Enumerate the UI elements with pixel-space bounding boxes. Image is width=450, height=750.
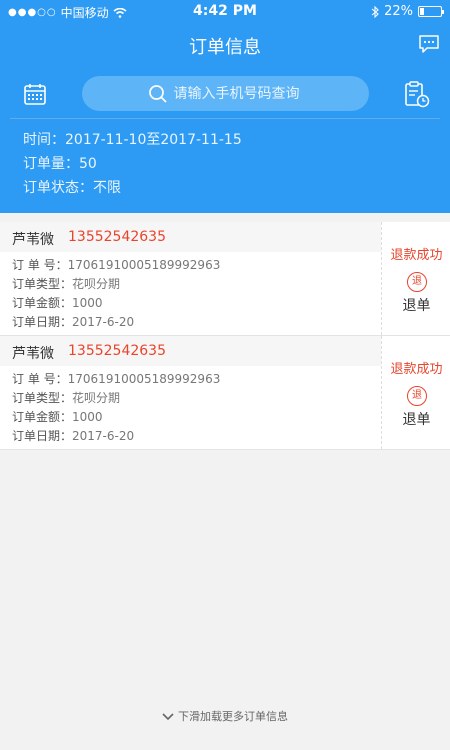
order-amount-row: 订单金额：1000 bbox=[12, 408, 220, 427]
search-icon bbox=[148, 84, 167, 103]
load-more-hint[interactable]: 下滑加载更多订单信息 bbox=[0, 708, 450, 724]
customer-name: 芦苇微 bbox=[12, 232, 54, 248]
chevron-down-icon bbox=[162, 713, 174, 721]
order-item[interactable]: 芦苇微 13552542635 订 单 号：170619100051899929… bbox=[0, 336, 450, 450]
order-type-row: 订单类型：花呗分期 bbox=[12, 275, 220, 294]
order-action-panel: 退款成功 退 退单 bbox=[381, 336, 450, 449]
order-header: 芦苇微 13552542635 bbox=[0, 222, 381, 252]
order-count-row: 订单量：50 bbox=[23, 152, 242, 176]
order-number: 17061910005189992963 bbox=[67, 372, 221, 386]
customer-name: 芦苇微 bbox=[12, 346, 54, 362]
order-list: 芦苇微 13552542635 订 单 号：170619100051899929… bbox=[0, 222, 450, 450]
customer-phone[interactable]: 13552542635 bbox=[68, 343, 166, 359]
clipboard-history-icon[interactable] bbox=[404, 80, 430, 108]
order-type-row: 订单类型：花呗分期 bbox=[12, 389, 220, 408]
order-header: 芦苇微 13552542635 bbox=[0, 336, 381, 366]
order-status-label: 订单状态： bbox=[23, 180, 93, 196]
order-details: 订 单 号：17061910005189992963 订单类型：花呗分期 订单金… bbox=[12, 370, 220, 446]
header-divider bbox=[10, 118, 440, 119]
bluetooth-icon bbox=[371, 5, 379, 18]
message-icon[interactable] bbox=[418, 34, 440, 54]
refund-icon[interactable]: 退 bbox=[407, 386, 427, 406]
status-bar: ●●●○○ 中国移动 4:42 PM 22% bbox=[0, 0, 450, 22]
order-amount: 1000 bbox=[72, 410, 103, 424]
refund-button[interactable]: 退单 bbox=[382, 409, 450, 429]
order-number-label: 订 单 号： bbox=[12, 372, 68, 386]
filter-summary: 时间：2017-11-10至2017-11-15 订单量：50 订单状态：不限 bbox=[23, 128, 242, 200]
toolbar bbox=[0, 74, 450, 112]
header: ●●●○○ 中国移动 4:42 PM 22% 订单信息 请输入手机号码查询 时间… bbox=[0, 0, 450, 213]
calendar-icon[interactable] bbox=[23, 82, 47, 106]
order-details: 订 单 号：17061910005189992963 订单类型：花呗分期 订单金… bbox=[12, 256, 220, 332]
search-input[interactable] bbox=[173, 85, 304, 102]
page-title: 订单信息 bbox=[189, 37, 261, 58]
battery-percent: 22% bbox=[384, 4, 413, 19]
refund-icon[interactable]: 退 bbox=[407, 272, 427, 292]
time-range-row: 时间：2017-11-10至2017-11-15 bbox=[23, 128, 242, 152]
search-bar[interactable] bbox=[82, 76, 369, 111]
order-count-label: 订单量： bbox=[23, 156, 79, 172]
order-number: 17061910005189992963 bbox=[67, 258, 221, 272]
order-number-label: 订 单 号： bbox=[12, 258, 68, 272]
order-date-label: 订单日期： bbox=[12, 429, 73, 443]
order-action-panel: 退款成功 退 退单 bbox=[381, 222, 450, 335]
order-amount-row: 订单金额：1000 bbox=[12, 294, 220, 313]
battery-icon bbox=[418, 6, 444, 17]
refund-status: 退款成功 bbox=[390, 248, 443, 263]
order-amount-label: 订单金额： bbox=[12, 410, 73, 424]
refund-status: 退款成功 bbox=[390, 362, 443, 377]
order-type: 花呗分期 bbox=[72, 391, 121, 405]
order-date-row: 订单日期：2017-6-20 bbox=[12, 427, 220, 446]
customer-phone[interactable]: 13552542635 bbox=[68, 229, 166, 245]
order-date-row: 订单日期：2017-6-20 bbox=[12, 313, 220, 332]
time-range-value: 2017-11-10至2017-11-15 bbox=[65, 132, 242, 148]
order-date-label: 订单日期： bbox=[12, 315, 73, 329]
order-number-row: 订 单 号：17061910005189992963 bbox=[12, 370, 220, 389]
refund-button[interactable]: 退单 bbox=[382, 295, 450, 315]
order-status-value: 不限 bbox=[93, 180, 121, 196]
order-type-label: 订单类型： bbox=[12, 391, 73, 405]
order-date: 2017-6-20 bbox=[72, 429, 135, 443]
order-item[interactable]: 芦苇微 13552542635 订 单 号：170619100051899929… bbox=[0, 222, 450, 336]
order-date: 2017-6-20 bbox=[72, 315, 135, 329]
order-amount: 1000 bbox=[72, 296, 103, 310]
order-amount-label: 订单金额： bbox=[12, 296, 73, 310]
load-more-text: 下滑加载更多订单信息 bbox=[178, 710, 288, 723]
order-number-row: 订 单 号：17061910005189992963 bbox=[12, 256, 220, 275]
order-count-value: 50 bbox=[79, 156, 97, 172]
order-type-label: 订单类型： bbox=[12, 277, 73, 291]
order-type: 花呗分期 bbox=[72, 277, 121, 291]
time-range-label: 时间： bbox=[23, 132, 65, 148]
order-status-row: 订单状态：不限 bbox=[23, 176, 242, 200]
